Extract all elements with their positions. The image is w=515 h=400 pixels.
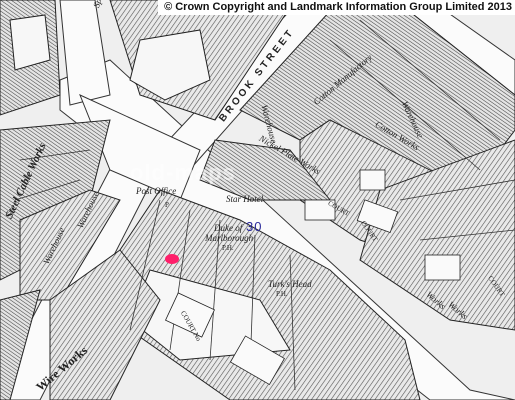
label-star-hotel: Star Hotel	[226, 194, 264, 204]
label-ph-1: P.H.	[222, 244, 234, 252]
label-duke-of: Duke of	[214, 223, 243, 233]
label-marlborough: Marlborough	[205, 233, 254, 243]
watermark-text: old-maps	[130, 160, 236, 185]
map-viewport[interactable]: old-maps BROOK STREET Warehouse Cotton M…	[0, 0, 515, 400]
sheet-number: 30	[246, 219, 263, 234]
label-pump: P	[165, 201, 169, 209]
copyright-notice: © Crown Copyright and Landmark Informati…	[158, 0, 515, 15]
location-marker	[165, 254, 179, 264]
label-ph-2: P.H.	[276, 290, 288, 298]
label-post-office: Post Office	[136, 186, 177, 196]
label-turks-head: Turk's Head	[268, 279, 312, 289]
